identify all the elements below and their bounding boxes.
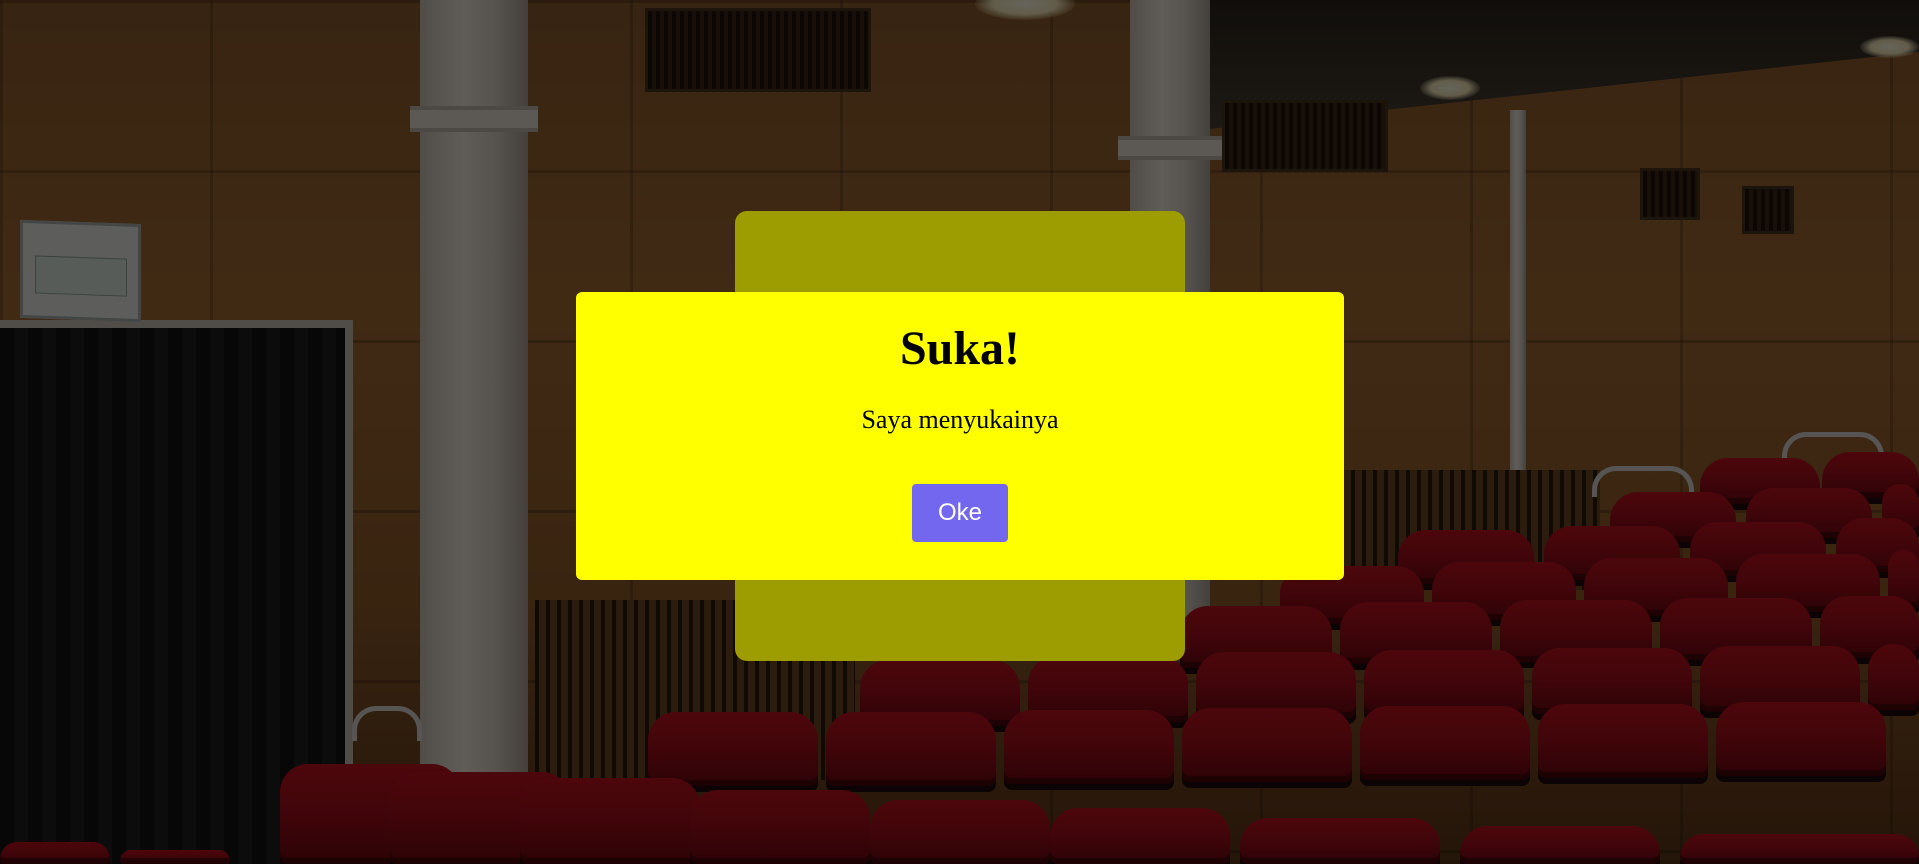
confirm-button[interactable]: Oke <box>912 484 1008 542</box>
dialog-title: Suka! <box>899 322 1021 375</box>
dialog-message: Saya menyukainya <box>861 405 1059 434</box>
alert-dialog: Suka! Saya menyukainya Oke <box>576 292 1344 580</box>
page: Suka! Saya menyukainya Oke <box>0 0 1919 864</box>
